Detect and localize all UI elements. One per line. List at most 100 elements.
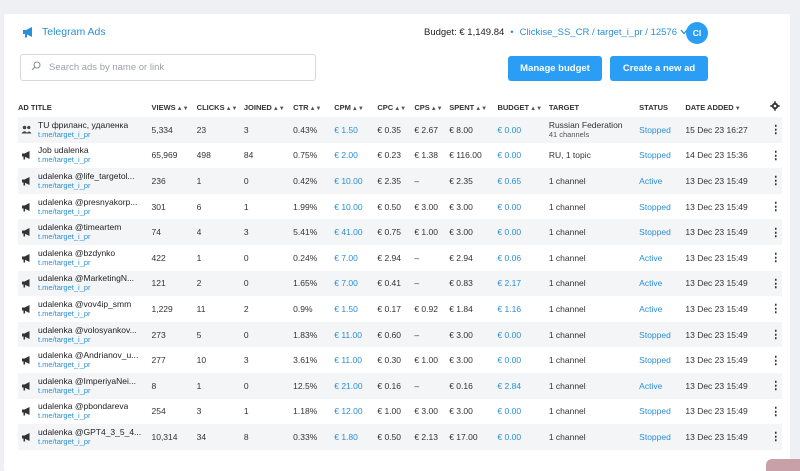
more-options-icon[interactable]: ⋮ xyxy=(769,219,782,245)
corner-widget[interactable] xyxy=(766,459,800,471)
ad-link[interactable]: t.me/target_i_pr xyxy=(38,411,128,421)
manage-budget-button[interactable]: Manage budget xyxy=(508,56,602,81)
status-badge[interactable]: Stopped xyxy=(639,142,686,169)
table-row[interactable]: TU фриланс, удаленка t.me/target_i_pr 5,33… xyxy=(18,117,782,143)
ad-cell[interactable]: udalenka @pbondareva t.me/target_i_pr xyxy=(18,398,152,425)
ad-title[interactable]: udalenka @bzdynko xyxy=(38,248,115,258)
settings-icon[interactable] xyxy=(769,97,782,117)
ad-cell[interactable]: udalenka @presnyakorp... t.me/target_i_pr xyxy=(18,193,152,220)
ad-title[interactable]: Job udalenka xyxy=(38,145,91,155)
col-clicks[interactable]: CLICKS▲▼ xyxy=(197,97,244,117)
ad-cell[interactable]: udalenka @vov4ip_smm t.me/target_i_pr xyxy=(18,296,152,322)
status-badge[interactable]: Stopped xyxy=(639,424,686,450)
ad-title[interactable]: udalenka @vov4ip_smm xyxy=(38,299,131,309)
avatar[interactable]: CI xyxy=(686,22,708,44)
status-badge[interactable]: Stopped xyxy=(639,398,686,425)
ad-cell[interactable]: udalenka @MarketingN... t.me/target_i_pr xyxy=(18,270,152,297)
cell-target: 1 channel xyxy=(548,296,640,322)
search-icon xyxy=(31,61,41,74)
ad-cell[interactable]: udalenka @volosyankov... t.me/target_i_pr xyxy=(18,321,152,348)
ad-link[interactable]: t.me/target_i_pr xyxy=(38,335,137,345)
more-options-icon[interactable]: ⋮ xyxy=(769,244,782,271)
table-row[interactable]: udalenka @vov4ip_smm t.me/target_i_pr 1,22… xyxy=(18,296,782,322)
ad-cell[interactable]: Job udalenka t.me/target_i_pr xyxy=(18,142,152,169)
col-cpc[interactable]: CPC▲▼ xyxy=(377,97,414,117)
ad-title[interactable]: udalenka @pbondareva xyxy=(38,401,128,411)
status-badge[interactable]: Stopped xyxy=(639,193,686,220)
ad-title[interactable]: udalenka @ImperiyaNei... xyxy=(38,376,136,386)
status-badge[interactable]: Stopped xyxy=(639,219,686,245)
table-row[interactable]: udalenka @life_targetol... t.me/target_i_… xyxy=(18,168,782,194)
col-ctr[interactable]: CTR▲▼ xyxy=(293,97,334,117)
table-row[interactable]: udalenka @MarketingN... t.me/target_i_pr 1… xyxy=(18,270,782,297)
col-date-added[interactable]: DATE ADDED▼ xyxy=(685,97,769,117)
ad-title[interactable]: udalenka @Andrianov_u... xyxy=(38,350,138,360)
ad-cell[interactable]: udalenka @timeartem t.me/target_i_pr xyxy=(18,219,152,245)
table-row[interactable]: Job udalenka t.me/target_i_pr 65,969 498 84 0… xyxy=(18,142,782,169)
ad-link[interactable]: t.me/target_i_pr xyxy=(38,437,141,447)
ad-link[interactable]: t.me/target_i_pr xyxy=(38,386,136,396)
ad-link[interactable]: t.me/target_i_pr xyxy=(38,283,134,293)
ad-cell[interactable]: udalenka @bzdynko t.me/target_i_pr xyxy=(18,244,152,271)
col-spent[interactable]: SPENT▲▼ xyxy=(449,97,497,117)
ad-link[interactable]: t.me/target_i_pr xyxy=(38,309,131,319)
table-row[interactable]: udalenka @volosyankov... t.me/target_i_pr… xyxy=(18,321,782,348)
ad-cell[interactable]: udalenka @Andrianov_u... t.me/target_i_pr xyxy=(18,347,152,373)
more-options-icon[interactable]: ⋮ xyxy=(769,168,782,194)
status-badge[interactable]: Active xyxy=(639,296,686,322)
more-options-icon[interactable]: ⋮ xyxy=(769,398,782,425)
ad-link[interactable]: t.me/target_i_pr xyxy=(38,130,128,140)
ad-title[interactable]: udalenka @volosyankov... xyxy=(38,325,137,335)
search-box[interactable] xyxy=(20,54,316,81)
status-badge[interactable]: Active xyxy=(639,372,686,399)
ad-link[interactable]: t.me/target_i_pr xyxy=(38,258,115,268)
table-row[interactable]: udalenka @ImperiyaNei... t.me/target_i_pr… xyxy=(18,372,782,399)
ad-title[interactable]: udalenka @life_targetol... xyxy=(38,171,135,181)
account-selector[interactable]: Clickise_SS_CR / target_i_pr / 12576 xyxy=(520,27,688,38)
status-badge[interactable]: Active xyxy=(639,244,686,271)
create-ad-button[interactable]: Create a new ad xyxy=(610,56,708,81)
more-options-icon[interactable]: ⋮ xyxy=(769,296,782,322)
col-joined[interactable]: JOINED▲▼ xyxy=(244,97,293,117)
table-row[interactable]: udalenka @timeartem t.me/target_i_pr 74 4 3 5… xyxy=(18,219,782,245)
more-options-icon[interactable]: ⋮ xyxy=(769,270,782,297)
more-options-icon[interactable]: ⋮ xyxy=(769,321,782,348)
ad-title[interactable]: udalenka @presnyakorp... xyxy=(38,197,137,207)
table-row[interactable]: udalenka @bzdynko t.me/target_i_pr 422 1 0 0.… xyxy=(18,244,782,271)
more-options-icon[interactable]: ⋮ xyxy=(769,142,782,169)
ad-title[interactable]: TU фриланс, удаленка xyxy=(38,120,128,130)
ad-link[interactable]: t.me/target_i_pr xyxy=(38,181,135,191)
ad-link[interactable]: t.me/target_i_pr xyxy=(38,232,121,242)
ad-title[interactable]: udalenka @MarketingN... xyxy=(38,273,134,283)
table-row[interactable]: udalenka @presnyakorp... t.me/target_i_pr… xyxy=(18,193,782,220)
more-options-icon[interactable]: ⋮ xyxy=(769,424,782,450)
col-budget[interactable]: BUDGET▲▼ xyxy=(497,97,548,117)
table-row[interactable]: udalenka @GPT4_3_5_4... t.me/target_i_pr 1… xyxy=(18,424,782,450)
status-badge[interactable]: Stopped xyxy=(639,347,686,373)
search-input[interactable] xyxy=(49,62,299,73)
status-badge[interactable]: Active xyxy=(639,168,686,194)
more-options-icon[interactable]: ⋮ xyxy=(769,193,782,220)
app-brand[interactable]: Telegram Ads xyxy=(22,26,106,38)
more-options-icon[interactable]: ⋮ xyxy=(769,117,782,143)
ad-cell[interactable]: udalenka @GPT4_3_5_4... t.me/target_i_pr xyxy=(18,424,152,450)
status-badge[interactable]: Stopped xyxy=(639,321,686,348)
status-badge[interactable]: Stopped xyxy=(639,117,686,143)
ad-link[interactable]: t.me/target_i_pr xyxy=(38,207,137,217)
more-options-icon[interactable]: ⋮ xyxy=(769,372,782,399)
table-row[interactable]: udalenka @pbondareva t.me/target_i_pr 254 3… xyxy=(18,398,782,425)
ad-title[interactable]: udalenka @timeartem xyxy=(38,222,121,232)
col-cpm[interactable]: CPM▲▼ xyxy=(334,97,377,117)
ad-cell[interactable]: udalenka @ImperiyaNei... t.me/target_i_pr xyxy=(18,372,152,399)
ad-title[interactable]: udalenka @GPT4_3_5_4... xyxy=(38,427,141,437)
col-views[interactable]: VIEWS▲▼ xyxy=(151,97,196,117)
table-row[interactable]: udalenka @Andrianov_u... t.me/target_i_pr… xyxy=(18,347,782,373)
status-badge[interactable]: Active xyxy=(639,270,686,297)
ad-link[interactable]: t.me/target_i_pr xyxy=(38,360,138,370)
ad-cell[interactable]: TU фриланс, удаленка t.me/target_i_pr xyxy=(18,117,152,143)
more-options-icon[interactable]: ⋮ xyxy=(769,347,782,373)
ad-cell[interactable]: udalenka @life_targetol... t.me/target_i_… xyxy=(18,168,152,194)
col-ad-title[interactable]: AD TITLE xyxy=(18,97,151,117)
col-cps[interactable]: CPS▲▼ xyxy=(414,97,449,117)
ad-link[interactable]: t.me/target_i_pr xyxy=(38,155,91,165)
